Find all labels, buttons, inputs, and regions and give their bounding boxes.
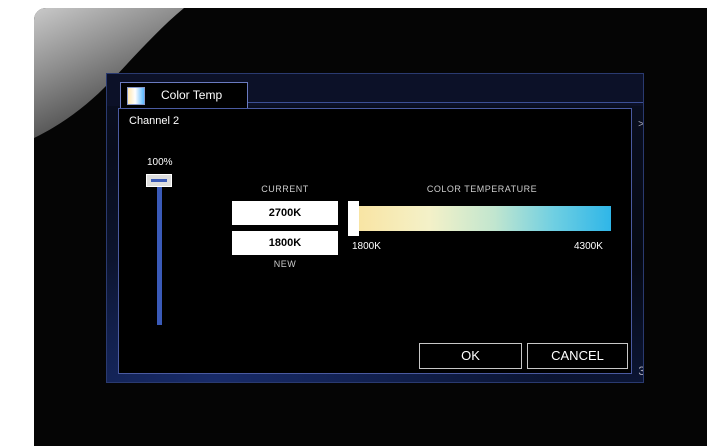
range-max-label: 4300K: [574, 241, 603, 252]
brightness-slider-handle[interactable]: [146, 174, 172, 187]
color-temp-dialog: Channel 2 100% CURRENT 2700K 1800K NEW C…: [118, 108, 632, 374]
current-value: 2700K: [232, 201, 338, 225]
tab-color-temp[interactable]: Color Temp: [120, 82, 248, 109]
ok-button[interactable]: OK: [419, 343, 522, 369]
range-min-label: 1800K: [352, 241, 381, 252]
channel-label: Channel 2: [129, 115, 180, 127]
color-temperature-slider[interactable]: [351, 206, 611, 231]
tab-label: Color Temp: [161, 88, 223, 102]
touch-screen: > 3 Color Temp Channel 2 100% CURRENT 27…: [106, 73, 644, 383]
color-temperature-label: COLOR TEMPERATURE: [426, 184, 538, 194]
color-temp-icon: [127, 87, 145, 105]
cancel-button[interactable]: CANCEL: [527, 343, 628, 369]
background-digit: 3: [638, 364, 643, 378]
titlebar-divider: [245, 102, 643, 103]
brightness-label: 100%: [147, 157, 173, 168]
color-temperature-handle[interactable]: [348, 201, 359, 236]
background-arrow: >: [638, 119, 644, 130]
brightness-slider-track[interactable]: [157, 179, 162, 325]
new-label: NEW: [273, 259, 297, 269]
new-value: 1800K: [232, 231, 338, 255]
current-label: CURRENT: [261, 184, 309, 194]
